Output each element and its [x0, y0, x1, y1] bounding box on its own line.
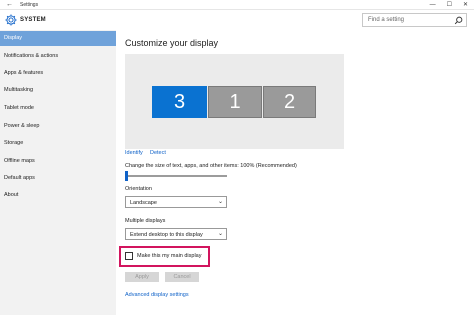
page-section-title: SYSTEM	[20, 17, 46, 23]
title-bar: ← Settings — ☐ ✕	[0, 0, 474, 10]
monitor-2[interactable]: 2	[263, 86, 316, 118]
orientation-label: Orientation	[125, 186, 152, 192]
chevron-down-icon: ⌄	[217, 231, 223, 237]
sidebar-item-about[interactable]: About	[0, 188, 116, 203]
sidebar-item-notifications[interactable]: Notifications & actions	[0, 49, 116, 64]
sidebar-item-apps-features[interactable]: Apps & features	[0, 66, 116, 81]
main-content: Customize your display 3 1 2 Identify De…	[116, 30, 474, 315]
orientation-value: Landscape	[130, 199, 157, 206]
scale-slider-track[interactable]	[125, 175, 227, 177]
search-icon[interactable]	[454, 16, 463, 25]
chevron-down-icon: ⌄	[217, 199, 223, 205]
minimize-button[interactable]: —	[430, 1, 436, 9]
sidebar-item-power-sleep[interactable]: Power & sleep	[0, 119, 116, 134]
maximize-button[interactable]: ☐	[447, 1, 452, 9]
search-placeholder: Find a setting	[368, 17, 405, 23]
window-controls: — ☐ ✕	[430, 1, 468, 9]
close-button[interactable]: ✕	[463, 1, 468, 9]
orientation-dropdown[interactable]: Landscape ⌄	[125, 196, 227, 208]
page-title: Customize your display	[125, 38, 219, 48]
identify-link[interactable]: Identify	[125, 150, 143, 156]
multiple-displays-label: Multiple displays	[125, 218, 166, 224]
advanced-display-settings-link[interactable]: Advanced display settings	[125, 292, 189, 298]
scale-slider-thumb[interactable]	[125, 171, 128, 181]
display-arrangement-preview: 3 1 2	[125, 54, 344, 149]
sidebar-item-storage[interactable]: Storage	[0, 136, 116, 151]
search-input[interactable]: Find a setting	[362, 13, 467, 27]
sidebar-item-offline-maps[interactable]: Offline maps	[0, 154, 116, 169]
scale-label: Change the size of text, apps, and other…	[125, 163, 297, 169]
monitor-1[interactable]: 1	[208, 86, 262, 118]
multiple-displays-value: Extend desktop to this display	[130, 231, 203, 238]
back-arrow-icon[interactable]: ←	[6, 1, 13, 9]
main-display-checkbox-label[interactable]: Make this my main display	[137, 253, 202, 259]
sidebar-item-display[interactable]: Display	[0, 31, 116, 46]
window-title: Settings	[20, 2, 39, 8]
sidebar-item-tablet-mode[interactable]: Tablet mode	[0, 101, 116, 116]
gear-icon	[5, 14, 17, 26]
sidebar: Display Notifications & actions Apps & f…	[0, 30, 116, 315]
sidebar-item-default-apps[interactable]: Default apps	[0, 171, 116, 186]
monitor-3[interactable]: 3	[152, 86, 207, 118]
multiple-displays-dropdown[interactable]: Extend desktop to this display ⌄	[125, 228, 227, 240]
main-display-checkbox[interactable]	[125, 252, 133, 260]
detect-link[interactable]: Detect	[150, 150, 166, 156]
cancel-button[interactable]: Cancel	[165, 272, 199, 282]
sidebar-item-multitasking[interactable]: Multitasking	[0, 83, 116, 98]
apply-button[interactable]: Apply	[125, 272, 159, 282]
